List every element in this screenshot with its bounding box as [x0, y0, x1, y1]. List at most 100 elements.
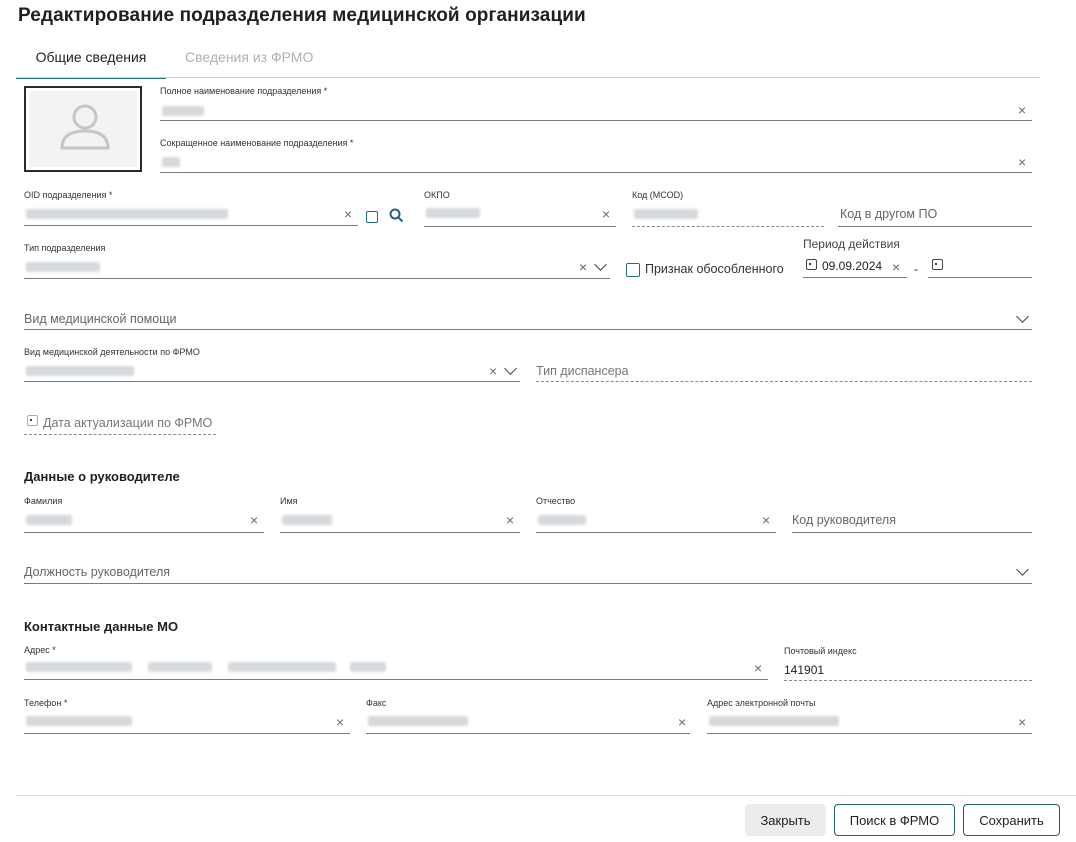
phone-field[interactable] [24, 733, 350, 734]
email-value [709, 716, 839, 726]
period-start-clear-icon[interactable]: × [892, 260, 900, 274]
mcod-value [634, 209, 698, 219]
name-value [282, 515, 332, 525]
activity-clear-icon[interactable]: × [489, 364, 497, 378]
name-clear-icon[interactable]: × [506, 513, 514, 527]
fax-value [368, 716, 468, 726]
close-button[interactable]: Закрыть [745, 804, 826, 836]
postcode-value: 141901 [784, 663, 825, 677]
name-label: Имя [280, 496, 298, 506]
surname-value [26, 515, 72, 525]
other-code-field[interactable] [838, 226, 1032, 227]
mcod-field [632, 226, 824, 227]
actualization-placeholder: Дата актуализации по ФРМО [43, 416, 213, 430]
period-start-calendar-icon[interactable] [806, 259, 817, 270]
unit-type-select[interactable] [24, 278, 610, 279]
full-name-label: Полное наименование подразделения * [160, 86, 328, 96]
head-section-title: Данные о руководителе [24, 469, 180, 484]
surname-clear-icon[interactable]: × [250, 513, 258, 527]
tab-divider [16, 77, 1040, 78]
actualization-field [24, 434, 216, 435]
address-part-1 [26, 662, 132, 672]
period-start-value: 09.09.2024 [822, 259, 883, 273]
oid-clear-icon[interactable]: × [344, 207, 352, 221]
oid-field[interactable] [24, 225, 358, 226]
full-name-value [162, 106, 204, 116]
email-field[interactable] [707, 733, 1032, 734]
phone-clear-icon[interactable]: × [336, 715, 344, 729]
address-part-4 [350, 662, 386, 672]
activity-select[interactable] [24, 381, 520, 382]
okpo-label: ОКПО [424, 190, 450, 200]
position-select[interactable] [24, 583, 1032, 584]
okpo-clear-icon[interactable]: × [602, 207, 610, 221]
save-button[interactable]: Сохранить [963, 804, 1060, 836]
footer-divider [16, 795, 1076, 796]
short-name-field[interactable] [160, 172, 1032, 173]
short-name-clear-icon[interactable]: × [1018, 155, 1026, 169]
unit-type-clear-icon[interactable]: × [579, 260, 587, 274]
fax-field[interactable] [366, 733, 690, 734]
unit-photo-placeholder[interactable] [24, 86, 142, 172]
period-end-field[interactable] [928, 277, 1032, 278]
oid-value [26, 209, 228, 219]
head-code-placeholder: Код руководителя [792, 513, 896, 527]
postcode-label: Почтовый индекс [784, 646, 857, 656]
fax-clear-icon[interactable]: × [678, 715, 686, 729]
address-label: Адрес * [24, 645, 56, 655]
position-chevron-down-icon[interactable] [1016, 563, 1029, 576]
actualization-calendar-icon [27, 415, 38, 426]
name-field[interactable] [280, 532, 520, 533]
email-clear-icon[interactable]: × [1018, 715, 1026, 729]
unit-type-chevron-down-icon[interactable] [594, 258, 607, 271]
period-dash: - [914, 262, 918, 276]
address-part-3 [228, 662, 336, 672]
care-type-chevron-down-icon[interactable] [1016, 310, 1029, 323]
patronymic-label: Отчество [536, 496, 576, 506]
short-name-value [162, 157, 180, 167]
okpo-value [426, 208, 480, 218]
search-frmo-button[interactable]: Поиск в ФРМО [834, 804, 955, 836]
tab-frmo[interactable]: Сведения из ФРМО [185, 49, 313, 77]
period-label: Период действия [803, 237, 900, 251]
unit-type-value [26, 262, 100, 272]
full-name-clear-icon[interactable]: × [1018, 103, 1026, 117]
care-type-select[interactable] [24, 329, 1032, 330]
email-label: Адрес электронной почты [707, 698, 816, 708]
phone-value [26, 716, 132, 726]
short-name-label: Сокращенное наименование подразделения * [160, 138, 354, 148]
search-icon[interactable] [389, 208, 404, 223]
address-field[interactable] [24, 679, 768, 680]
address-part-2 [148, 662, 212, 672]
fax-label: Факс [366, 698, 387, 708]
page-title: Редактирование подразделения медицинской… [18, 5, 586, 26]
surname-label: Фамилия [24, 496, 63, 506]
okpo-field[interactable] [424, 226, 616, 227]
patronymic-field[interactable] [536, 532, 776, 533]
postcode-field [784, 680, 1032, 681]
mcod-label: Код (МСОD) [632, 190, 684, 200]
dispensary-placeholder: Тип диспансера [536, 364, 629, 378]
position-placeholder: Должность руководителя [24, 565, 171, 579]
user-avatar-icon [60, 104, 110, 150]
other-code-placeholder: Код в другом ПО [840, 207, 938, 221]
oid-checkbox[interactable] [366, 211, 378, 223]
full-name-field[interactable] [160, 120, 1032, 121]
care-type-placeholder: Вид медицинской помощи [24, 312, 177, 326]
patronymic-clear-icon[interactable]: × [762, 513, 770, 527]
activity-label: Вид медицинской деятельности по ФРМО [24, 347, 200, 357]
period-end-calendar-icon[interactable] [932, 259, 943, 270]
surname-field[interactable] [24, 532, 264, 533]
unit-type-label: Тип подразделения [24, 243, 106, 253]
tab-general[interactable]: Общие сведения [16, 49, 166, 79]
activity-chevron-down-icon[interactable] [504, 362, 517, 375]
dispensary-field [536, 381, 1032, 382]
address-clear-icon[interactable]: × [754, 661, 762, 675]
phone-label: Телефон * [24, 698, 68, 708]
oid-label: OID подразделения * [24, 190, 113, 200]
period-start-field[interactable] [803, 277, 907, 278]
head-code-field[interactable] [792, 532, 1032, 533]
patronymic-value [538, 515, 586, 525]
contacts-section-title: Контактные данные МО [24, 619, 179, 634]
separate-checkbox[interactable] [626, 263, 640, 277]
